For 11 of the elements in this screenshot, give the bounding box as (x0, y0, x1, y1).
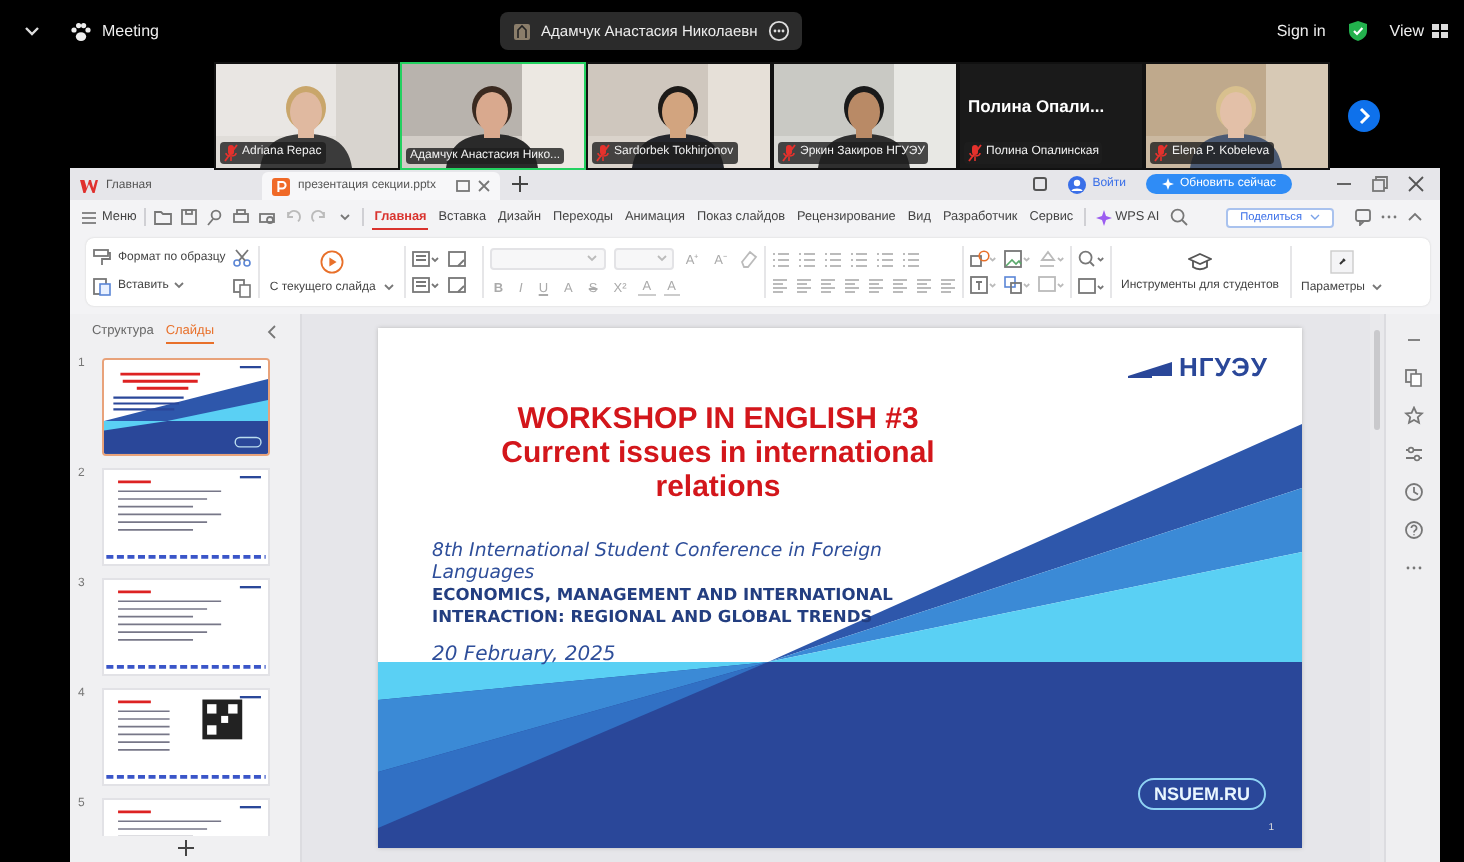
participant-display-name: Полина Опали... (968, 95, 1105, 115)
slide-title: WORKSHOP IN ENGLISH #3 (515, 402, 921, 436)
slide-subtitle: Current issues in international relations (499, 436, 937, 504)
sign-in-link[interactable]: Sign in (1276, 22, 1326, 40)
view-button[interactable]: View (1389, 22, 1448, 40)
conference-date: 20 February, 2025 (432, 644, 616, 666)
conference-name: 8th International Student Conference in Foreign Languages (432, 540, 884, 584)
meeting-title: Meeting (102, 22, 159, 40)
university-logo-text: НГУЭУ (1178, 352, 1268, 382)
conference-theme: ECONOMICS, MANAGEMENT AND INTERNATIONAL INTERACTION: REGIONAL AND GLOBAL TRENDS (432, 584, 895, 628)
website-badge: NSUEM.RU (1137, 778, 1266, 810)
